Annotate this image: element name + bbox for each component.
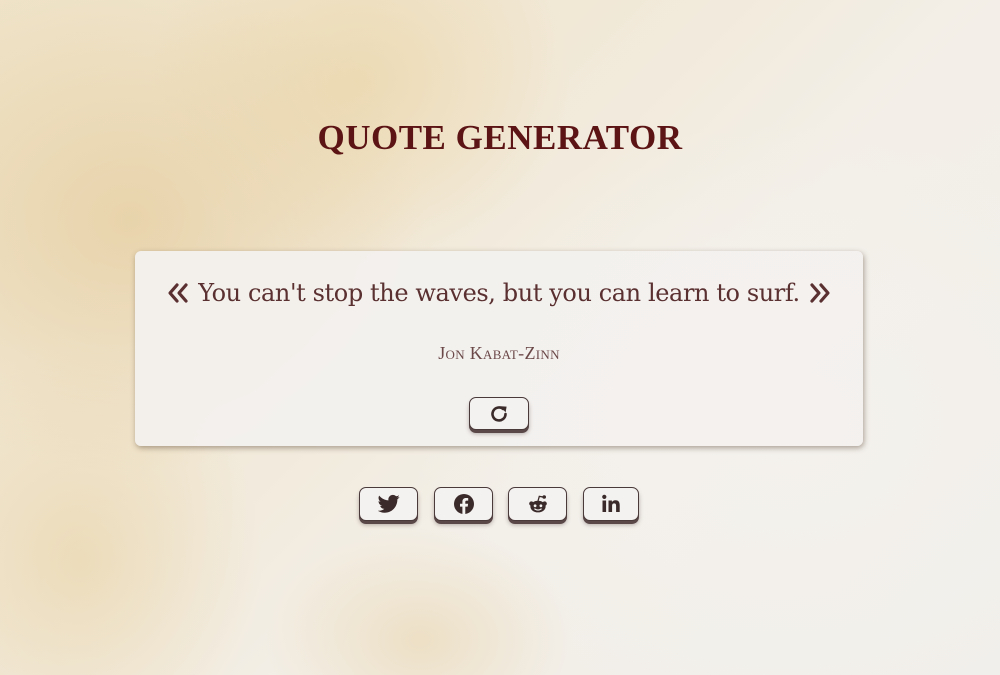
share-facebook-button[interactable] <box>434 487 493 521</box>
share-reddit-button[interactable] <box>508 487 567 521</box>
quote-author: Jon Kabat-Zinn <box>438 343 560 363</box>
share-linkedin-button[interactable] <box>583 487 639 521</box>
quote-text: You can't stop the waves, but you can le… <box>198 278 800 307</box>
quote-card: You can't stop the waves, but you can le… <box>135 251 863 446</box>
angle-double-right-icon <box>808 282 832 304</box>
new-quote-button[interactable] <box>469 397 529 430</box>
page-title: QUOTE GENERATOR <box>317 118 683 157</box>
angle-double-left-icon <box>166 282 190 304</box>
reddit-icon <box>527 493 549 515</box>
facebook-icon <box>453 493 475 515</box>
quote-row: You can't stop the waves, but you can le… <box>135 277 863 307</box>
linkedin-icon <box>601 494 621 514</box>
share-twitter-button[interactable] <box>359 487 418 521</box>
twitter-icon <box>377 494 400 514</box>
refresh-icon <box>488 403 510 425</box>
